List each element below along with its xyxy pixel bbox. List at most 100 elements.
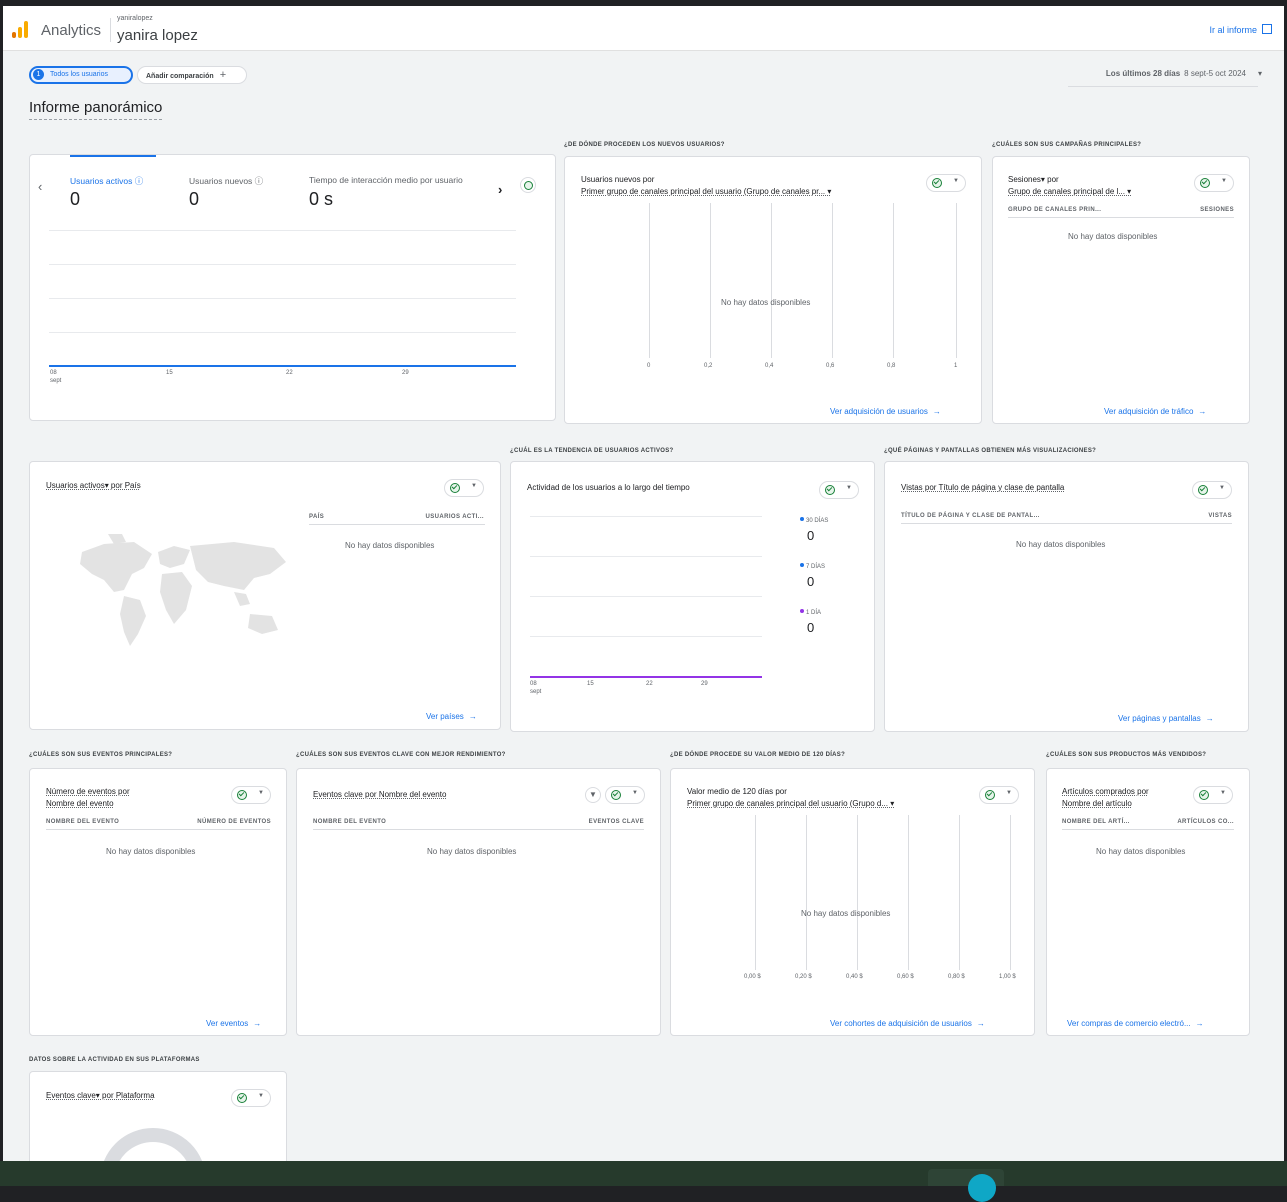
date-range-picker[interactable]: Los últimos 28 días 8 sept-5 oct 2024 [1106, 69, 1246, 78]
column-header[interactable]: PAÍS [309, 514, 324, 520]
compare-button[interactable] [520, 177, 536, 193]
section-heading: ¿CUÁLES SON SUS CAMPAÑAS PRINCIPALES? [992, 142, 1142, 148]
view-countries-link[interactable]: Ver países → [426, 712, 477, 721]
platforms-card: Eventos clave▾ por Plataforma ▼ [29, 1071, 287, 1161]
gridline [49, 264, 516, 265]
donut-chart[interactable] [100, 1128, 206, 1161]
go-to-report-link[interactable]: Ir al informe [1209, 24, 1272, 35]
column-header[interactable]: NÚMERO DE EVENTOS [197, 819, 271, 825]
view-user-acquisition-link[interactable]: Ver adquisición de usuarios → [830, 407, 941, 416]
compare-dropdown-button[interactable]: ▼ [1193, 786, 1233, 804]
column-header[interactable]: GRUPO DE CANALES PRIN... [1008, 207, 1101, 213]
metric-tab-new-users[interactable]: Usuarios nuevos ⓘ [189, 175, 263, 187]
compare-dropdown-button[interactable]: ▼ [231, 1089, 271, 1107]
dimension-dropdown[interactable]: Vistas por Título de página y clase de p… [901, 483, 1064, 492]
vertical-gridline [832, 203, 833, 358]
table-divider [1008, 217, 1234, 218]
dimension-dropdown[interactable]: Nombre del artículo [1062, 798, 1149, 810]
vertical-gridline [710, 203, 711, 358]
check-circle-icon [1198, 485, 1208, 495]
column-header[interactable]: NOMBRE DEL EVENTO [313, 819, 386, 825]
filter-icon[interactable]: ▼ [585, 787, 601, 803]
metric-dropdown[interactable]: Eventos clave▾ por Plataforma [46, 1091, 155, 1100]
compare-dropdown-button[interactable]: ▼ [1194, 174, 1234, 192]
metric-dropdown[interactable]: Número de eventos por [46, 786, 130, 798]
no-data-message: No hay datos disponibles [106, 847, 196, 856]
world-map[interactable] [74, 534, 294, 664]
x-tick-label: 1,00 $ [999, 974, 1016, 980]
x-tick-label: 22 [286, 370, 293, 376]
metric-label: Usuarios nuevos [189, 176, 253, 186]
x-tick-label: 22 [646, 681, 653, 687]
app-icon[interactable] [968, 1174, 996, 1202]
metric-dropdown[interactable]: Sesiones▾ por [1008, 174, 1131, 186]
add-comparison-button[interactable]: Añadir comparación + [137, 66, 247, 84]
column-header[interactable]: USUARIOS ACTI... [425, 514, 484, 520]
column-header[interactable]: SESIONES [1200, 207, 1234, 213]
compare-dropdown-button[interactable]: ▼ [231, 786, 271, 804]
metric-dropdown[interactable]: Artículos comprados por [1062, 786, 1149, 798]
x-tick-label: 08 [50, 370, 57, 376]
view-events-link[interactable]: Ver eventos → [206, 1019, 261, 1028]
check-circle-icon [932, 178, 942, 188]
caret-down-icon: ▼ [471, 483, 477, 489]
card-title: Eventos clave por Nombre del evento [313, 789, 446, 801]
column-header[interactable]: NOMBRE DEL ARTÍ... [1062, 819, 1130, 825]
x-month-label: sept [50, 378, 62, 384]
column-header[interactable]: EVENTOS CLAVE [589, 819, 644, 825]
app-name: Analytics [41, 22, 102, 39]
vertical-gridline [893, 203, 894, 358]
compare-dropdown-button[interactable]: ▼ [926, 174, 966, 192]
compare-dropdown-button[interactable]: ▼ [605, 786, 645, 804]
metric-tab-engagement-time[interactable]: Tiempo de interacción medio por usuario [309, 175, 463, 185]
compare-dropdown-button[interactable]: ▼ [444, 479, 484, 497]
dimension-dropdown[interactable]: Primer grupo de canales principal del us… [581, 186, 831, 198]
check-circle-icon [450, 483, 460, 493]
legend-value: 0 [807, 574, 815, 589]
caret-down-icon: ▼ [846, 485, 852, 491]
date-dropdown-icon[interactable]: ▾ [1258, 69, 1262, 78]
section-heading: DATOS SOBRE LA ACTIVIDAD EN SUS PLATAFOR… [29, 1057, 200, 1063]
chevron-left-icon[interactable]: ‹ [38, 179, 42, 194]
check-circle-icon [237, 790, 247, 800]
compare-dropdown-button[interactable]: ▼ [1192, 481, 1232, 499]
date-range-value: 8 sept-5 oct 2024 [1184, 69, 1246, 78]
view-pages-link[interactable]: Ver páginas y pantallas → [1118, 714, 1214, 723]
view-traffic-acquisition-link[interactable]: Ver adquisición de tráfico → [1104, 407, 1206, 416]
compare-dropdown-button[interactable]: ▼ [979, 786, 1019, 804]
account-selector[interactable]: yanira lopez [117, 27, 198, 44]
check-circle-icon [1200, 178, 1210, 188]
compare-dropdown-button[interactable]: ▼ [819, 481, 859, 499]
vertical-gridline [857, 815, 858, 970]
column-header[interactable]: NOMBRE DEL EVENTO [46, 819, 119, 825]
legend-item-1-day: 1 DÍA [800, 609, 821, 616]
dimension-dropdown[interactable]: Grupo de canales principal de l... ▾ [1008, 186, 1131, 198]
column-header[interactable]: ARTÍCULOS CO... [1177, 819, 1234, 825]
view-ecommerce-purchases-link[interactable]: Ver compras de comercio electró... → [1067, 1019, 1204, 1028]
x-tick-label: 15 [587, 681, 594, 687]
dimension-dropdown[interactable]: Primer grupo de canales principal del us… [687, 798, 894, 810]
no-data-message: No hay datos disponibles [721, 298, 811, 307]
table-divider [313, 829, 644, 830]
view-acquisition-cohorts-link[interactable]: Ver cohortes de adquisición de usuarios → [830, 1019, 985, 1028]
card-title: Usuarios nuevos por Primer grupo de cana… [581, 174, 831, 198]
metric-tab-active-users[interactable]: Usuarios activos ⓘ [70, 175, 143, 187]
analytics-logo-icon[interactable] [12, 20, 30, 38]
legend-label: 30 DÍAS [806, 518, 829, 524]
caret-down-icon: ▼ [1219, 485, 1225, 491]
legend-value: 0 [807, 528, 815, 543]
x-tick-label: 29 [402, 370, 409, 376]
go-to-report-label: Ir al informe [1209, 25, 1257, 35]
metric-dropdown[interactable]: Usuarios activos▾ por País [46, 481, 141, 490]
dimension-dropdown[interactable]: Eventos clave por Nombre del evento [313, 790, 446, 799]
dimension-dropdown[interactable]: Nombre del evento [46, 798, 130, 810]
segment-chip-all-users[interactable]: 1 Todos los usuarios [29, 66, 133, 84]
vertical-gridline [959, 815, 960, 970]
column-header[interactable]: VISTAS [1208, 513, 1232, 519]
segment-chip-label: Todos los usuarios [50, 71, 108, 78]
gridline [49, 230, 516, 231]
chevron-right-icon[interactable]: › [498, 182, 502, 197]
country-card: Usuarios activos▾ por País ▼ PAÍS USUARI… [29, 461, 501, 730]
analytics-window: Analytics yaniralopez yanira lopez Ir al… [3, 6, 1284, 1161]
column-header[interactable]: TÍTULO DE PÁGINA Y CLASE DE PANTAL... [901, 513, 1040, 519]
